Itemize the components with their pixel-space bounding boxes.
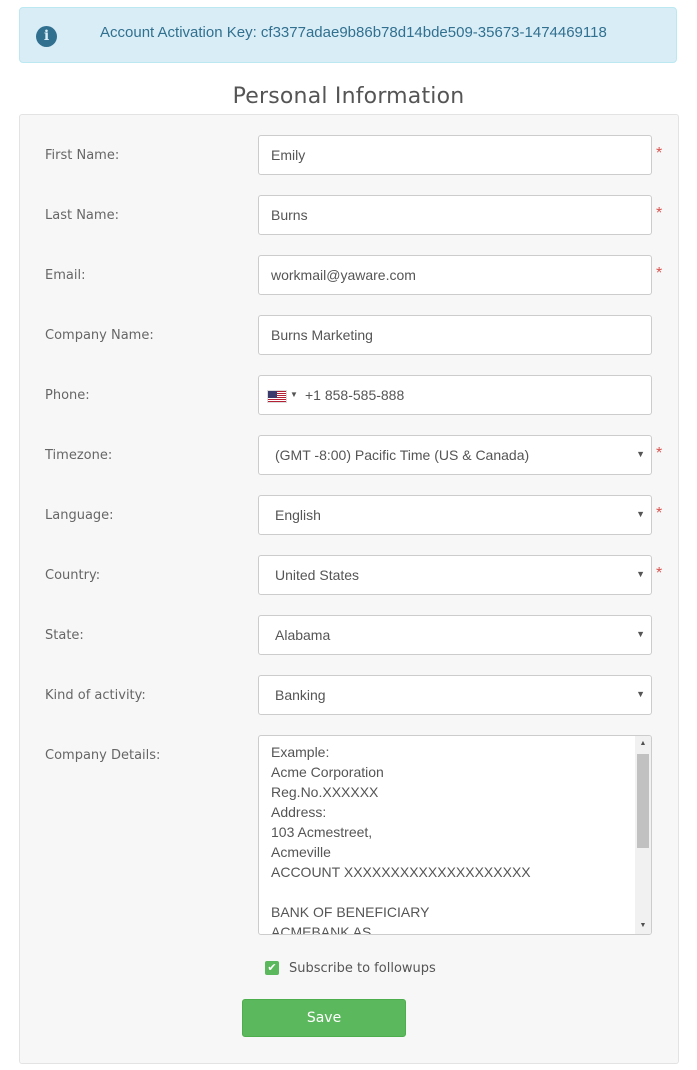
save-button[interactable]: Save: [242, 999, 406, 1037]
state-row: State: Alabama ▼: [20, 615, 678, 655]
us-flag-icon[interactable]: [267, 390, 287, 403]
textarea-line: BANK OF BENEFICIARY: [271, 904, 430, 920]
phone-row: Phone: ▼ +1 858-585-888: [20, 375, 678, 415]
activity-row: Kind of activity: Banking ▼: [20, 675, 678, 715]
first-name-label: First Name:: [45, 148, 120, 163]
first-name-row: First Name: *: [20, 135, 678, 175]
subscribe-checkbox[interactable]: ✔: [265, 961, 279, 975]
textarea-line: ACMEBANK AS: [271, 924, 372, 935]
last-name-input[interactable]: [258, 195, 652, 235]
required-mark: *: [656, 205, 663, 222]
scroll-thumb[interactable]: [637, 754, 649, 848]
chevron-down-icon: ▼: [636, 449, 645, 459]
chevron-down-icon: ▼: [636, 509, 645, 519]
scroll-down-arrow-icon[interactable]: ▼: [635, 918, 651, 934]
last-name-label: Last Name:: [45, 208, 119, 223]
country-label: Country:: [45, 568, 101, 583]
language-value: English: [275, 507, 321, 523]
phone-input[interactable]: ▼ +1 858-585-888: [258, 375, 652, 415]
activity-select[interactable]: Banking ▼: [258, 675, 652, 715]
company-details-label: Company Details:: [45, 748, 161, 763]
section-title: Personal Information: [232, 84, 465, 109]
state-value: Alabama: [275, 627, 331, 643]
language-select[interactable]: English ▼: [258, 495, 652, 535]
company-name-row: Company Name:: [20, 315, 678, 355]
country-value: United States: [275, 567, 360, 583]
phone-label: Phone:: [45, 388, 90, 403]
scroll-up-arrow-icon[interactable]: ▲: [635, 736, 651, 752]
chevron-down-icon: ▼: [636, 689, 645, 699]
activation-key-text: Account Activation Key: cf3377adae9b86b7…: [100, 24, 607, 41]
company-name-label: Company Name:: [45, 328, 154, 343]
activity-value: Banking: [275, 687, 326, 703]
textarea-line: Example:: [271, 744, 330, 760]
chevron-down-icon: ▼: [636, 629, 645, 639]
email-label: Email:: [45, 268, 86, 283]
timezone-value: (GMT -8:00) Pacific Time (US & Canada): [275, 447, 530, 463]
textarea-line: Acme Corporation: [271, 764, 384, 780]
required-mark: *: [656, 565, 663, 582]
textarea-line: Acmeville: [271, 844, 331, 860]
first-name-input[interactable]: [258, 135, 652, 175]
subscribe-label[interactable]: Subscribe to followups: [289, 961, 436, 976]
activity-label: Kind of activity:: [45, 688, 146, 703]
last-name-row: Last Name: *: [20, 195, 678, 235]
phone-value: +1 858-585-888: [305, 387, 405, 403]
required-mark: *: [656, 265, 663, 282]
state-label: State:: [45, 628, 84, 643]
chevron-down-icon: ▼: [636, 569, 645, 579]
company-name-input[interactable]: [258, 315, 652, 355]
timezone-label: Timezone:: [45, 448, 113, 463]
timezone-select[interactable]: (GMT -8:00) Pacific Time (US & Canada) ▼: [258, 435, 652, 475]
textarea-line: Address:: [271, 804, 327, 820]
textarea-scrollbar[interactable]: ▲ ▼: [635, 736, 651, 934]
personal-info-form: First Name: * Last Name: * Email: * Comp…: [19, 114, 679, 1064]
textarea-line: Reg.No.XXXXXX: [271, 784, 379, 800]
country-row: Country: United States ▼ *: [20, 555, 678, 595]
email-input[interactable]: [258, 255, 652, 295]
required-mark: *: [656, 145, 663, 162]
activation-alert: i Account Activation Key: cf3377adae9b86…: [19, 7, 677, 63]
email-row: Email: *: [20, 255, 678, 295]
language-label: Language:: [45, 508, 114, 523]
country-select[interactable]: United States ▼: [258, 555, 652, 595]
required-mark: *: [656, 445, 663, 462]
textarea-line: ACCOUNT XXXXXXXXXXXXXXXXXXXX: [271, 864, 531, 880]
company-details-textarea[interactable]: Example: Acme Corporation Reg.No.XXXXXX …: [258, 735, 652, 935]
textarea-line: 103 Acmestreet,: [271, 824, 373, 840]
info-circle-icon: i: [36, 26, 57, 47]
chevron-down-icon[interactable]: ▼: [290, 390, 298, 399]
timezone-row: Timezone: (GMT -8:00) Pacific Time (US &…: [20, 435, 678, 475]
state-select[interactable]: Alabama ▼: [258, 615, 652, 655]
language-row: Language: English ▼ *: [20, 495, 678, 535]
required-mark: *: [656, 505, 663, 522]
